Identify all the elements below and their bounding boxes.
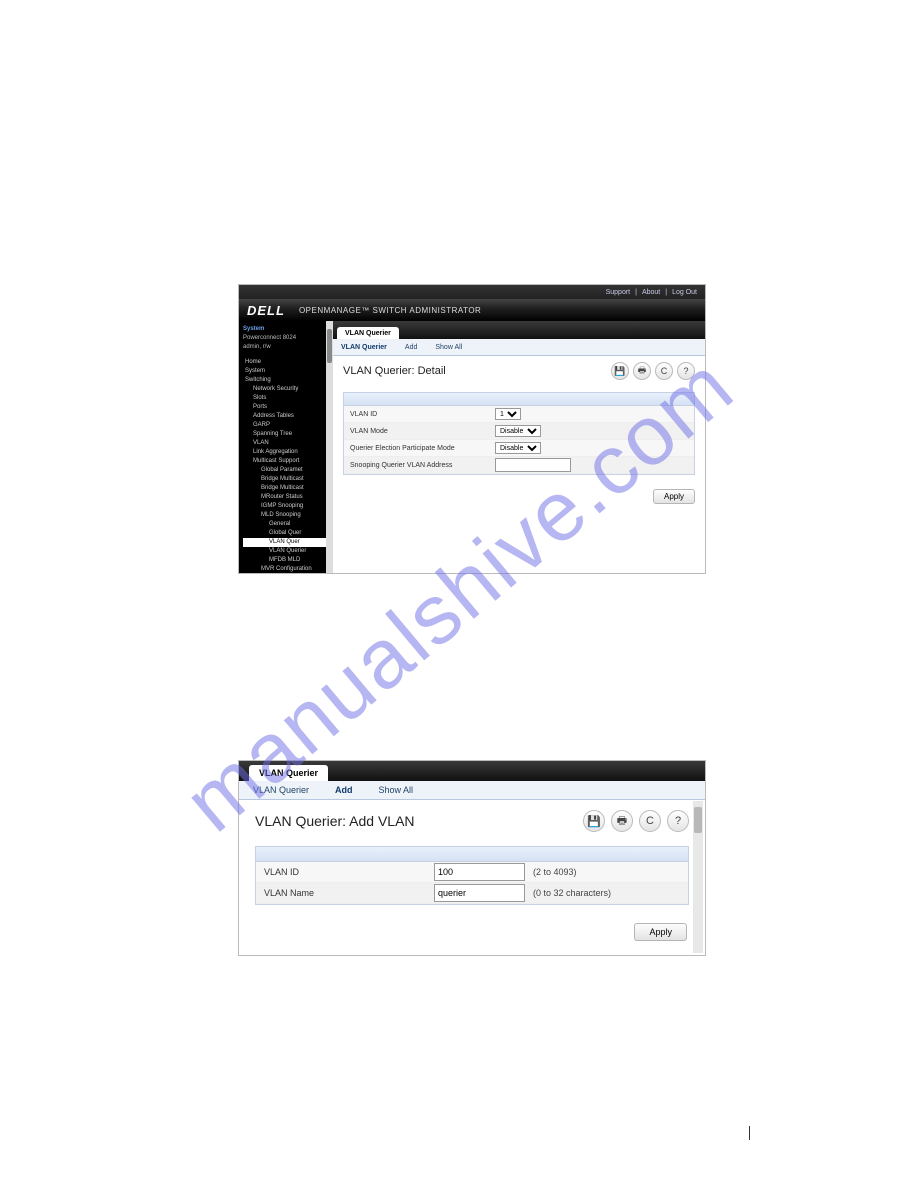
sidebar-item-vlan[interactable]: VLAN xyxy=(243,439,333,448)
sidebar-item-garp[interactable]: GARP xyxy=(243,421,333,430)
sidebar-item-link-aggregation[interactable]: Link Aggregation xyxy=(243,448,333,457)
link-about[interactable]: About xyxy=(642,289,660,296)
tab-strip: VLAN Querier xyxy=(333,321,705,339)
sidebar-item-system[interactable]: System xyxy=(243,367,333,376)
tab-vlan-querier[interactable]: VLAN Querier xyxy=(337,327,399,339)
subtab-add[interactable]: Add xyxy=(335,785,353,795)
sidebar-item-slots[interactable]: Slots xyxy=(243,394,333,403)
brand-bar: DELL OPENMANAGE™ SWITCH ADMINISTRATOR xyxy=(239,299,705,321)
page-footer xyxy=(743,1126,750,1140)
page-title: VLAN Querier: Add VLAN xyxy=(255,813,415,829)
page-title: VLAN Querier: Detail xyxy=(343,365,446,377)
toolbar: 💾 🖶 C ? xyxy=(583,810,689,832)
input-snooping-querier-vlan-address[interactable] xyxy=(495,458,571,472)
subtab-show-all[interactable]: Show All xyxy=(379,785,414,795)
main-content: VLAN Querier VLAN Querier Add Show All V… xyxy=(333,321,705,573)
sidebar-item-igmp-snooping[interactable]: IGMP Snooping xyxy=(243,502,333,511)
screenshot-add-vlan: VLAN Querier VLAN Querier Add Show All V… xyxy=(238,760,706,956)
select-querier-election[interactable]: Disable xyxy=(495,442,541,454)
label-snooping-querier-vlan-address: Snooping Querier VLAN Address xyxy=(344,462,495,469)
toolbar: 💾 🖶 C ? xyxy=(611,362,695,380)
sidebar-item-global-quer[interactable]: Global Quer xyxy=(243,529,333,538)
label-vlan-id: VLAN ID xyxy=(344,411,495,418)
sidebar-item-vlan-querier2[interactable]: VLAN Querier xyxy=(243,547,333,556)
form-panel: VLAN ID (2 to 4093) VLAN Name (0 to 32 c… xyxy=(255,846,689,905)
refresh-icon[interactable]: C xyxy=(639,810,661,832)
nav-sidebar: System Powerconnect 8024 admin, r/w Home… xyxy=(239,321,333,573)
sidebar-item-network-security[interactable]: Network Security xyxy=(243,385,333,394)
select-vlan-mode[interactable]: Disable xyxy=(495,425,541,437)
label-vlan-mode: VLAN Mode xyxy=(344,428,495,435)
dell-logo: DELL xyxy=(247,303,285,318)
sidebar-item-ports[interactable]: Ports xyxy=(243,403,333,412)
sidebar-item-home[interactable]: Home xyxy=(243,358,333,367)
apply-button[interactable]: Apply xyxy=(653,489,695,504)
help-icon[interactable]: ? xyxy=(677,362,695,380)
subtab-vlan-querier[interactable]: VLAN Querier xyxy=(341,344,387,351)
save-icon[interactable]: 💾 xyxy=(583,810,605,832)
screenshot-detail: Support| About| Log Out DELL OPENMANAGE™… xyxy=(238,284,706,574)
select-vlan-id[interactable]: 1 xyxy=(495,408,521,420)
sidebar-item-global-params[interactable]: Global Paramet xyxy=(243,466,333,475)
tab-vlan-querier[interactable]: VLAN Querier xyxy=(249,765,328,781)
apply-button[interactable]: Apply xyxy=(634,923,687,941)
sidebar-item-spanning-tree[interactable]: Spanning Tree xyxy=(243,430,333,439)
form-panel: VLAN ID 1 VLAN Mode Disable Querier Elec… xyxy=(343,392,695,475)
top-links-bar: Support| About| Log Out xyxy=(239,285,705,299)
sidebar-user: admin, r/w xyxy=(243,343,333,352)
sidebar-item-mrouter-status[interactable]: MRouter Status xyxy=(243,493,333,502)
hint-vlan-name: (0 to 32 characters) xyxy=(533,888,611,898)
sidebar-item-vlan-querier[interactable]: VLAN Quer xyxy=(243,538,333,547)
sidebar-item-general[interactable]: General xyxy=(243,520,333,529)
sidebar-item-bridge-multicast1[interactable]: Bridge Multicast xyxy=(243,475,333,484)
sidebar-item-address-tables[interactable]: Address Tables xyxy=(243,412,333,421)
label-querier-election: Querier Election Participate Mode xyxy=(344,445,495,452)
help-icon[interactable]: ? xyxy=(667,810,689,832)
form-panel-header xyxy=(256,847,688,862)
sidebar-item-mld-snooping[interactable]: MLD Snooping xyxy=(243,511,333,520)
sidebar-scrollbar[interactable] xyxy=(326,321,333,573)
sidebar-item-mfdb-mld[interactable]: MFDB MLD xyxy=(243,556,333,565)
hint-vlan-id: (2 to 4093) xyxy=(533,867,577,877)
print-icon[interactable]: 🖶 xyxy=(611,810,633,832)
input-vlan-name[interactable] xyxy=(434,884,525,902)
subtab-add[interactable]: Add xyxy=(405,344,417,351)
link-logout[interactable]: Log Out xyxy=(672,289,697,296)
link-support[interactable]: Support xyxy=(606,289,631,296)
tab-strip: VLAN Querier xyxy=(239,761,705,781)
app-title: OPENMANAGE™ SWITCH ADMINISTRATOR xyxy=(299,306,481,315)
sidebar-model: Powerconnect 8024 xyxy=(243,334,333,343)
subtab-show-all[interactable]: Show All xyxy=(435,344,462,351)
sidebar-item-mvr-config[interactable]: MVR Configuration xyxy=(243,565,333,573)
sidebar-item-switching[interactable]: Switching xyxy=(243,376,333,385)
form-panel-header xyxy=(344,393,694,406)
sidebar-item-multicast-support[interactable]: Multicast Support xyxy=(243,457,333,466)
print-icon[interactable]: 🖶 xyxy=(633,362,651,380)
input-vlan-id[interactable] xyxy=(434,863,525,881)
content-scrollbar[interactable] xyxy=(693,801,703,953)
sidebar-item-bridge-multicast2[interactable]: Bridge Multicast xyxy=(243,484,333,493)
label-vlan-name: VLAN Name xyxy=(256,888,434,898)
subtab-bar: VLAN Querier Add Show All xyxy=(333,339,705,356)
label-vlan-id: VLAN ID xyxy=(256,867,434,877)
refresh-icon[interactable]: C xyxy=(655,362,673,380)
save-icon[interactable]: 💾 xyxy=(611,362,629,380)
subtab-bar: VLAN Querier Add Show All xyxy=(239,781,705,800)
subtab-vlan-querier[interactable]: VLAN Querier xyxy=(253,785,309,795)
sidebar-system-heading: System xyxy=(243,325,333,334)
